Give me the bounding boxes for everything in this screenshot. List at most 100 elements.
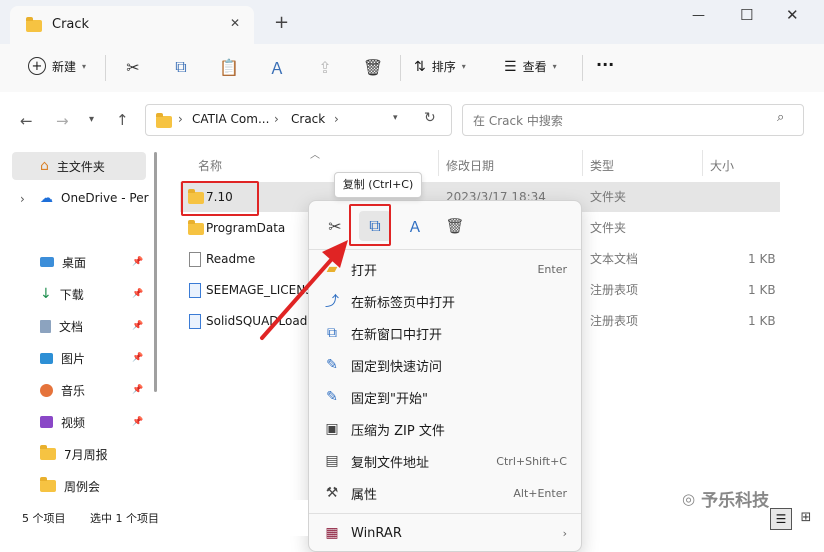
wrench-icon: ⚒ [325, 485, 339, 501]
sort-button[interactable]: ⇅ 排序 ▾ [414, 58, 466, 75]
nav-label: 文档 [59, 319, 84, 334]
file-size: 1 KB [748, 252, 776, 266]
plus-circle-icon: + [28, 57, 46, 75]
nav-label: 图片 [61, 351, 86, 366]
rename-icon[interactable]: Ａ [399, 211, 431, 241]
breadcrumb-crack[interactable]: Crack [291, 112, 325, 126]
annotation-arrow [260, 240, 348, 340]
column-type[interactable]: 类型 [590, 157, 614, 174]
copy-path-icon: ▤ [325, 453, 339, 469]
folder-icon [156, 113, 172, 128]
nav-item-documents[interactable]: 文档 [40, 312, 83, 340]
menu-item-pin-quick-access[interactable]: ✎ 固定到快速访问 [309, 349, 581, 381]
tab-crack[interactable]: Crack ✕ [10, 6, 254, 44]
refresh-icon[interactable]: ↻ [424, 110, 436, 126]
nav-label: OneDrive - Per [61, 191, 149, 205]
maximize-button[interactable]: ☐ [740, 6, 753, 24]
pin-icon: 📌 [132, 353, 144, 363]
nav-item-pictures[interactable]: 图片 [40, 344, 85, 372]
separator [400, 55, 401, 81]
text-file-icon [189, 252, 201, 267]
recent-chevron-icon[interactable]: ▾ [89, 114, 94, 125]
folder-icon [188, 220, 204, 235]
new-button[interactable]: + 新建 ▾ [28, 57, 86, 75]
close-tab-icon[interactable]: ✕ [230, 16, 240, 30]
forward-arrow-icon[interactable]: → [56, 112, 69, 130]
highlight-box [181, 181, 259, 216]
file-name: Readme [206, 252, 256, 266]
search-input[interactable]: 在 Crack 中搜索 [473, 112, 563, 129]
nav-item-weekly-report[interactable]: 7月周报 [40, 440, 108, 468]
column-name[interactable]: 名称 [198, 157, 222, 174]
menu-shortcut: Enter [537, 262, 567, 276]
sort-icon: ⇅ [414, 58, 426, 75]
pin-icon: 📌 [132, 257, 144, 267]
column-divider[interactable] [438, 150, 439, 176]
cloud-icon: ☁ [40, 190, 53, 206]
search-box[interactable]: 在 Crack 中搜索 ⌕ [462, 104, 804, 136]
column-date[interactable]: 修改日期 [446, 157, 494, 174]
nav-label: 音乐 [61, 383, 86, 398]
pin-icon: 📌 [132, 321, 144, 331]
item-count: 5 个项目 [22, 512, 66, 525]
menu-item-pin-start[interactable]: ✎ 固定到"开始" [309, 381, 581, 413]
separator [105, 55, 106, 81]
selected-count: 选中 1 个项目 [90, 512, 159, 525]
nav-item-videos[interactable]: 视频 [40, 408, 85, 436]
nav-item-home[interactable]: ⌂ 主文件夹 [40, 152, 105, 180]
copy-tooltip: 复制 (Ctrl+C) [334, 172, 422, 198]
new-label: 新建 [52, 59, 77, 74]
new-tab-button[interactable]: + [274, 12, 289, 33]
menu-shortcut: Ctrl+Shift+C [496, 454, 567, 468]
nav-item-downloads[interactable]: ↓ 下载 [40, 280, 84, 308]
expand-chevron-icon[interactable]: › [20, 192, 25, 206]
search-icon[interactable]: ⌕ [777, 110, 784, 125]
nav-label: 主文件夹 [56, 159, 105, 174]
back-arrow-icon[interactable]: ← [20, 112, 33, 130]
minimize-button[interactable]: — [692, 8, 705, 23]
breadcrumb-catia[interactable]: CATIA Com... [192, 112, 269, 126]
nav-item-desktop[interactable]: 桌面 [40, 248, 86, 276]
nav-label: 周例会 [64, 479, 101, 494]
menu-item-compress-zip[interactable]: ▣ 压缩为 ZIP 文件 [309, 413, 581, 445]
pin-icon: ✎ [326, 389, 338, 405]
nav-item-music[interactable]: 音乐 [40, 376, 85, 404]
close-window-button[interactable]: ✕ [786, 6, 799, 24]
column-divider[interactable] [702, 150, 703, 176]
rename-icon[interactable]: Ａ [266, 56, 288, 78]
folder-icon [40, 477, 56, 492]
status-bar: 5 个项目 选中 1 个项目 [0, 500, 308, 536]
command-bar: + 新建 ▾ ✂ ⧉ 📋 Ａ ⇪ 🗑 ⇅ 排序 ▾ ☰ 查看 ▾ ··· [0, 44, 824, 93]
column-size[interactable]: 大小 [710, 157, 734, 174]
column-divider[interactable] [582, 150, 583, 176]
details-view-icon[interactable]: ☰ [770, 508, 792, 530]
nav-scrollbar[interactable] [154, 152, 157, 392]
paste-icon[interactable]: 📋 [218, 56, 240, 78]
delete-icon[interactable]: 🗑 [362, 56, 384, 78]
home-icon: ⌂ [40, 158, 49, 174]
view-button[interactable]: ☰ 查看 ▾ [504, 58, 557, 75]
picture-icon [40, 352, 53, 364]
tab-title: Crack [52, 17, 90, 32]
zip-icon: ▣ [325, 421, 339, 437]
nav-item-onedrive[interactable]: ☁ OneDrive - Per [40, 184, 149, 212]
pin-icon: 📌 [132, 289, 144, 299]
up-arrow-icon[interactable]: ↑ [116, 111, 129, 129]
copy-icon[interactable]: ⧉ [170, 56, 192, 78]
address-bar[interactable]: › CATIA Com... › Crack › ▾ ↻ [145, 104, 452, 136]
address-dropdown-icon[interactable]: ▾ [393, 113, 398, 123]
folder-icon [26, 17, 42, 32]
share-icon[interactable]: ⇪ [314, 56, 336, 78]
tiles-view-icon[interactable]: ⊞ [796, 508, 816, 528]
menu-item-winrar[interactable]: ▦ WinRAR › [309, 517, 581, 549]
cut-icon[interactable]: ✂ [122, 56, 144, 78]
wechat-icon: ◎ [682, 489, 696, 508]
delete-icon[interactable]: 🗑 [439, 211, 471, 241]
nav-item-weekly-meeting[interactable]: 周例会 [40, 472, 100, 500]
submenu-chevron-icon: › [562, 526, 567, 540]
music-icon [40, 383, 53, 397]
menu-item-properties[interactable]: ⚒ 属性 Alt+Enter [309, 477, 581, 509]
more-options-button[interactable]: ··· [596, 55, 614, 74]
menu-item-copy-path[interactable]: ▤ 复制文件地址 Ctrl+Shift+C [309, 445, 581, 477]
breadcrumb-separator: › [178, 112, 183, 126]
